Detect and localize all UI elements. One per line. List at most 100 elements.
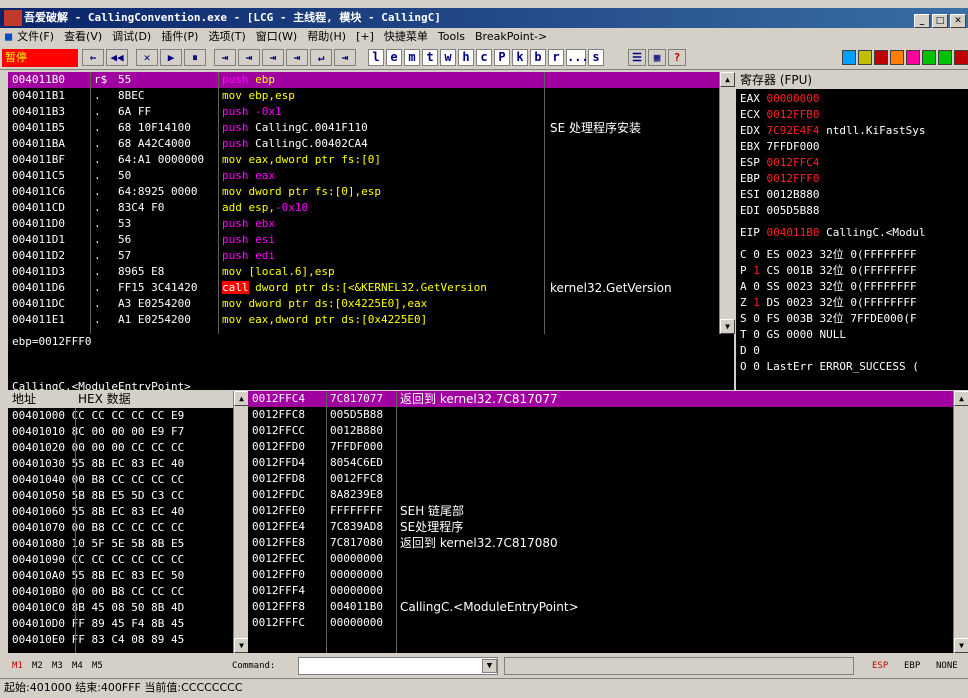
disasm-row[interactable]: 004011D6. FF15 3C41420 call dword ptr ds:[…: [8, 280, 734, 296]
window-shortcut-button[interactable]: c: [476, 49, 492, 66]
window-shortcut-button[interactable]: m: [404, 49, 420, 66]
registers-pane[interactable]: 寄存器 (FPU) EAX 00000000 ECX 0012FFB0 EDX 7C9…: [736, 72, 968, 390]
stack-row[interactable]: 0012FFEC 00000000: [248, 551, 968, 567]
window-shortcut-button[interactable]: b: [530, 49, 546, 66]
dump-scrollbar[interactable]: ▲ ▼: [233, 391, 248, 653]
stack-row[interactable]: 0012FFE0 FFFFFFFF SEH 链尾部: [248, 503, 968, 519]
menu-item[interactable]: Tools: [438, 30, 465, 43]
bookmark-button[interactable]: M4: [72, 655, 83, 677]
window-shortcut-button[interactable]: r: [548, 49, 564, 66]
plugin-icon[interactable]: [954, 50, 968, 65]
disasm-row[interactable]: 004011D0. 53 push ebx: [8, 216, 734, 232]
scroll-up-icon[interactable]: ▲: [234, 391, 248, 406]
dump-row[interactable]: 00401070 00 B8 CC CC CC CC: [8, 520, 248, 536]
flag-row[interactable]: Z 1 DS 0023 32位 0(FFFFFFFF: [740, 295, 968, 311]
stack-row[interactable]: 0012FFE4 7C839AD8 SE处理程序: [248, 519, 968, 535]
disasm-row[interactable]: 004011E1. A1 E0254200 mov eax,dword ptr ds…: [8, 312, 734, 328]
dump-row[interactable]: 00401080 10 5F 5E 5B 8B E5: [8, 536, 248, 552]
window-shortcut-button[interactable]: P: [494, 49, 510, 66]
stack-row[interactable]: 0012FFDC 8A8239E8: [248, 487, 968, 503]
menu-item[interactable]: 插件(P): [161, 30, 198, 43]
dump-row[interactable]: 00401010 8C 00 00 00 E9 F7: [8, 424, 248, 440]
disasm-row[interactable]: 004011BF. 64:A1 0000000 mov eax,dword ptr …: [8, 152, 734, 168]
dump-row[interactable]: 00401020 00 00 00 CC CC CC: [8, 440, 248, 456]
disasm-row[interactable]: 004011DC. A3 E0254200 mov dword ptr ds:[0x…: [8, 296, 734, 312]
stack-row[interactable]: 0012FFD8 0012FFC8: [248, 471, 968, 487]
disasm-row[interactable]: 004011D2. 57 push edi: [8, 248, 734, 264]
dump-row[interactable]: 00401050 5B 8B E5 5D C3 CC: [8, 488, 248, 504]
dump-row[interactable]: 00401030 55 8B EC 83 EC 40: [8, 456, 248, 472]
plugin-icon[interactable]: [938, 50, 952, 65]
toolbar-button[interactable]: ✕: [136, 49, 158, 66]
menu-item[interactable]: [+]: [356, 30, 374, 43]
stack-row[interactable]: 0012FFC8 005D5B88: [248, 407, 968, 423]
menu-item[interactable]: 查看(V): [64, 30, 102, 43]
close-button[interactable]: ✕: [950, 14, 966, 28]
bookmark-button[interactable]: M2: [32, 655, 43, 677]
stack-mode-button[interactable]: NONE: [936, 655, 958, 677]
scroll-up-icon[interactable]: ▲: [954, 391, 968, 406]
menu-item[interactable]: 文件(F): [17, 30, 54, 43]
disasm-row[interactable]: 004011D1. 56 push esi: [8, 232, 734, 248]
bookmark-button[interactable]: M5: [92, 655, 103, 677]
plugin-icon[interactable]: [842, 50, 856, 65]
chevron-down-icon[interactable]: ▼: [482, 659, 497, 673]
stack-row[interactable]: 0012FFE8 7C817080 返回到 kernel32.7C817080: [248, 535, 968, 551]
flag-row[interactable]: O 0 LastErr ERROR_SUCCESS (: [740, 359, 968, 375]
flag-row[interactable]: S 0 FS 003B 32位 7FFDE000(F: [740, 311, 968, 327]
window-shortcut-button[interactable]: w: [440, 49, 456, 66]
scroll-down-icon[interactable]: ▼: [954, 638, 968, 653]
flag-row[interactable]: T 0 GS 0000 NULL: [740, 327, 968, 343]
window-shortcut-button[interactable]: s: [588, 49, 604, 66]
memory-dump-pane[interactable]: 地址 HEX 数据 00401000 CC CC CC CC CC E9 004010…: [8, 391, 248, 653]
dump-row[interactable]: 004010C0 8B 45 08 50 8B 4D: [8, 600, 248, 616]
toolbar-button[interactable]: ⇥: [334, 49, 356, 66]
disasm-row[interactable]: 004011B5. 68 10F14100 push CallingC.0041F1…: [8, 120, 734, 136]
dump-row[interactable]: 00401000 CC CC CC CC CC E9: [8, 408, 248, 424]
plugin-icon[interactable]: [858, 50, 872, 65]
disasm-row[interactable]: 004011C6. 64:8925 0000 mov dword ptr fs:[0…: [8, 184, 734, 200]
register-row-eip[interactable]: EIP 004011B0 CallingC.<Modul: [740, 225, 968, 241]
window-shortcut-button[interactable]: l: [368, 49, 384, 66]
menu-item[interactable]: 帮助(H): [307, 30, 346, 43]
disasm-row[interactable]: 004011D3. 8965 E8 mov [local.6],esp: [8, 264, 734, 280]
window-shortcut-button[interactable]: t: [422, 49, 438, 66]
register-row[interactable]: EBX 7FFDF000: [740, 139, 968, 155]
disassembly-pane[interactable]: 004011B0 r$ 55 push ebp 004011B1. 8BEC mov ebp…: [8, 72, 734, 334]
toolbar-button[interactable]: ⇥: [238, 49, 260, 66]
plugin-icon[interactable]: [874, 50, 888, 65]
dump-row[interactable]: 004010D0 FF 89 45 F4 8B 45: [8, 616, 248, 632]
dump-row[interactable]: 00401040 00 B8 CC CC CC CC: [8, 472, 248, 488]
dump-row[interactable]: 00401090 CC CC CC CC CC CC: [8, 552, 248, 568]
stack-pane[interactable]: 0012FFC4 7C817077 返回到 kernel32.7C817077 001…: [248, 391, 968, 653]
window-shortcut-button[interactable]: e: [386, 49, 402, 66]
register-row[interactable]: ECX 0012FFB0: [740, 107, 968, 123]
disasm-row[interactable]: 004011B3. 6A FF push -0x1: [8, 104, 734, 120]
register-row[interactable]: EBP 0012FFF0: [740, 171, 968, 187]
minimize-button[interactable]: _: [914, 14, 930, 28]
stack-row[interactable]: 0012FFFC 00000000: [248, 615, 968, 631]
menu-item[interactable]: 选项(T): [208, 30, 245, 43]
menu-item[interactable]: 窗口(W): [256, 30, 297, 43]
stack-row[interactable]: 0012FFC4 7C817077 返回到 kernel32.7C817077: [248, 391, 968, 407]
register-row[interactable]: EDI 005D5B88: [740, 203, 968, 219]
toolbar-button[interactable]: ↵: [310, 49, 332, 66]
toolbar-button[interactable]: ◀◀: [106, 49, 128, 66]
help-button[interactable]: ?: [668, 49, 686, 66]
plugin-icon[interactable]: [890, 50, 904, 65]
flag-row[interactable]: P 1 CS 001B 32位 0(FFFFFFFF: [740, 263, 968, 279]
register-row[interactable]: EAX 00000000: [740, 91, 968, 107]
layout-button[interactable]: ☰: [628, 49, 646, 66]
toolbar-button[interactable]: ⇐: [82, 49, 104, 66]
stack-row[interactable]: 0012FFF0 00000000: [248, 567, 968, 583]
register-row[interactable]: ESP 0012FFC4: [740, 155, 968, 171]
window-shortcut-button[interactable]: ...: [566, 49, 589, 66]
register-row[interactable]: ESI 0012B880: [740, 187, 968, 203]
disasm-row[interactable]: 004011B1. 8BEC mov ebp,esp: [8, 88, 734, 104]
register-row[interactable]: EDX 7C92E4F4 ntdll.KiFastSys: [740, 123, 968, 139]
stack-mode-button[interactable]: ESP: [872, 655, 888, 677]
command-input[interactable]: [298, 657, 498, 675]
stack-row[interactable]: 0012FFF4 00000000: [248, 583, 968, 599]
dump-row[interactable]: 004010E0 FF 83 C4 08 89 45: [8, 632, 248, 648]
plugin-icon[interactable]: [906, 50, 920, 65]
